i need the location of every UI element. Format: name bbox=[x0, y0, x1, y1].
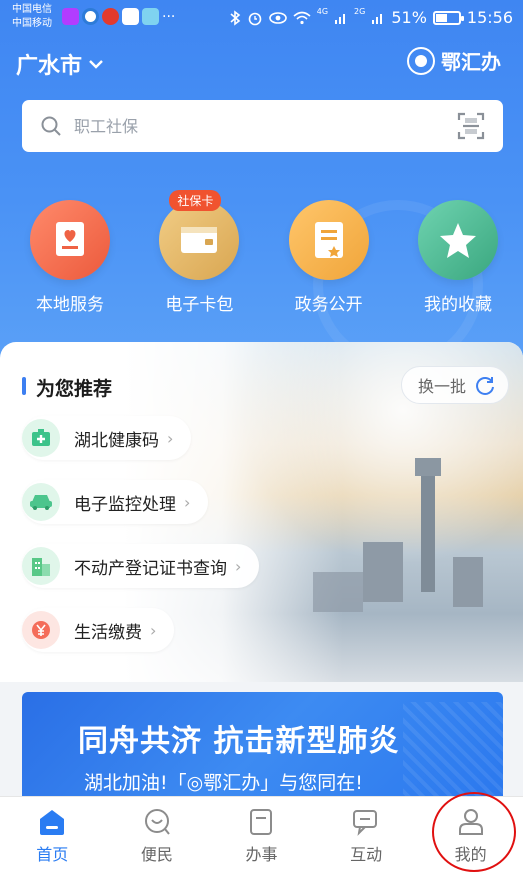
building-icon bbox=[22, 547, 60, 585]
affairs-icon bbox=[250, 809, 273, 835]
tab-convenience[interactable]: 便民 bbox=[105, 797, 210, 873]
recommend-item-health-code[interactable]: 湖北健康码 › bbox=[22, 416, 192, 460]
quick-service-label: 政务公开 bbox=[294, 295, 363, 315]
tab-label: 办事 bbox=[245, 845, 278, 864]
recommend-panel: 为您推荐 换一批 湖北健康码 › 电子监控处理 › 不动产登记证书查询 › 生活… bbox=[0, 342, 523, 682]
recommend-item-traffic-monitor[interactable]: 电子监控处理 › bbox=[22, 480, 209, 524]
chevron-right-icon: › bbox=[167, 428, 174, 448]
building-graphic bbox=[313, 572, 363, 612]
recommend-item-real-estate[interactable]: 不动产登记证书查询 › bbox=[22, 544, 260, 588]
chevron-down-icon bbox=[89, 60, 103, 69]
clock: 15:56 bbox=[466, 8, 513, 27]
building-graphic bbox=[363, 542, 403, 602]
city-name: 广水市 bbox=[16, 54, 83, 79]
search-icon bbox=[41, 116, 61, 136]
bottom-tab-bar: 首页 便民 办事 互动 我的 bbox=[0, 796, 523, 873]
search-bar[interactable] bbox=[22, 100, 503, 152]
chevron-right-icon: › bbox=[184, 492, 191, 512]
brand-logo: 鄂汇办 bbox=[407, 46, 501, 75]
social-card-badge: 社保卡 bbox=[169, 190, 222, 211]
brand-emblem-icon bbox=[407, 46, 435, 75]
health-code-icon bbox=[22, 419, 60, 457]
refresh-icon bbox=[476, 377, 494, 395]
tab-label: 互动 bbox=[350, 845, 383, 864]
recommend-list: 湖北健康码 › 电子监控处理 › 不动产登记证书查询 › 生活缴费 › bbox=[22, 416, 260, 672]
battery-level bbox=[435, 13, 448, 22]
campaign-banner[interactable]: 同舟共济 抗击新型肺炎 湖北加油!「◎鄂汇办」与您同在! bbox=[22, 692, 503, 802]
banner-subtitle: 湖北加油!「◎鄂汇办」与您同在! bbox=[84, 772, 363, 794]
tab-interact[interactable]: 互动 bbox=[314, 797, 419, 873]
app-notification-icon bbox=[122, 8, 139, 25]
city-selector[interactable]: 广水市 bbox=[16, 48, 104, 80]
recommend-item-utility-payment[interactable]: 生活缴费 › bbox=[22, 608, 175, 652]
quick-service-local[interactable]: 本地服务 bbox=[14, 200, 126, 315]
building-graphic bbox=[453, 557, 483, 607]
chevron-right-icon: › bbox=[150, 620, 157, 640]
status-indicators: 4G 2G 51% 15:56 bbox=[229, 7, 513, 27]
notification-icons: ··· bbox=[62, 8, 175, 25]
quick-service-label: 本地服务 bbox=[36, 295, 104, 315]
recommend-item-label: 不动产登记证书查询 bbox=[74, 558, 227, 579]
tower-graphic bbox=[415, 458, 441, 592]
alarm-icon bbox=[248, 12, 262, 25]
tab-home[interactable]: 首页 bbox=[0, 797, 105, 873]
signal-icon bbox=[372, 13, 383, 24]
recommend-item-label: 湖北健康码 bbox=[74, 430, 159, 451]
quick-service-label: 电子卡包 bbox=[165, 295, 234, 315]
scan-icon[interactable] bbox=[457, 112, 485, 140]
banner-title: 同舟共济 抗击新型肺炎 bbox=[78, 724, 400, 759]
brand-name: 鄂汇办 bbox=[441, 50, 501, 74]
wifi-icon bbox=[293, 11, 311, 24]
carrier-1: 中国电信 bbox=[12, 4, 52, 15]
app-notification-icon bbox=[82, 8, 99, 25]
signal-icon bbox=[335, 13, 346, 24]
battery-percent: 51% bbox=[391, 8, 427, 27]
chevron-right-icon: › bbox=[235, 556, 242, 576]
tab-mine[interactable]: 我的 bbox=[418, 797, 523, 873]
tab-affairs[interactable]: 办事 bbox=[209, 797, 314, 873]
local-service-icon bbox=[30, 200, 110, 280]
network-type-1: 4G bbox=[316, 7, 329, 16]
quick-service-wallet[interactable]: 社保卡 电子卡包 bbox=[143, 190, 255, 315]
app-notification-icon bbox=[142, 8, 159, 25]
quick-service-label: 我的收藏 bbox=[423, 295, 492, 315]
recommend-title: 为您推荐 bbox=[22, 374, 112, 401]
payment-icon bbox=[22, 611, 60, 649]
search-input[interactable] bbox=[74, 116, 457, 136]
refresh-button[interactable]: 换一批 bbox=[400, 366, 509, 404]
refresh-label: 换一批 bbox=[417, 377, 466, 396]
recommend-item-label: 生活缴费 bbox=[74, 622, 142, 643]
car-icon bbox=[22, 483, 60, 521]
tab-label: 我的 bbox=[454, 845, 487, 864]
wallet-icon bbox=[159, 200, 240, 280]
app-notification-icon bbox=[102, 8, 119, 25]
home-icon bbox=[40, 810, 65, 835]
battery-icon bbox=[432, 10, 464, 25]
document-icon bbox=[288, 200, 369, 280]
star-icon bbox=[417, 200, 498, 280]
status-bar: 中国电信 中国移动 ··· 4G 2G 51% 15:56 bbox=[0, 0, 523, 38]
quick-service-public-affairs[interactable]: 政务公开 bbox=[273, 200, 385, 315]
eye-comfort-icon bbox=[268, 11, 287, 24]
convenience-icon bbox=[144, 809, 170, 835]
chat-icon bbox=[353, 810, 378, 836]
recommend-item-label: 电子监控处理 bbox=[74, 494, 176, 515]
network-type-2: 2G bbox=[354, 7, 366, 16]
profile-icon bbox=[458, 809, 483, 835]
app-notification-icon bbox=[62, 8, 79, 25]
bluetooth-icon bbox=[230, 9, 241, 26]
more-notifications-icon: ··· bbox=[162, 8, 176, 25]
tab-label: 便民 bbox=[140, 845, 173, 864]
quick-services: 本地服务 社保卡 电子卡包 政务公开 我的收藏 bbox=[14, 190, 514, 315]
carrier-info: 中国电信 中国移动 bbox=[12, 3, 52, 31]
quick-service-favorites[interactable]: 我的收藏 bbox=[402, 200, 514, 315]
tab-label: 首页 bbox=[36, 845, 69, 864]
carrier-2: 中国移动 bbox=[12, 18, 52, 29]
